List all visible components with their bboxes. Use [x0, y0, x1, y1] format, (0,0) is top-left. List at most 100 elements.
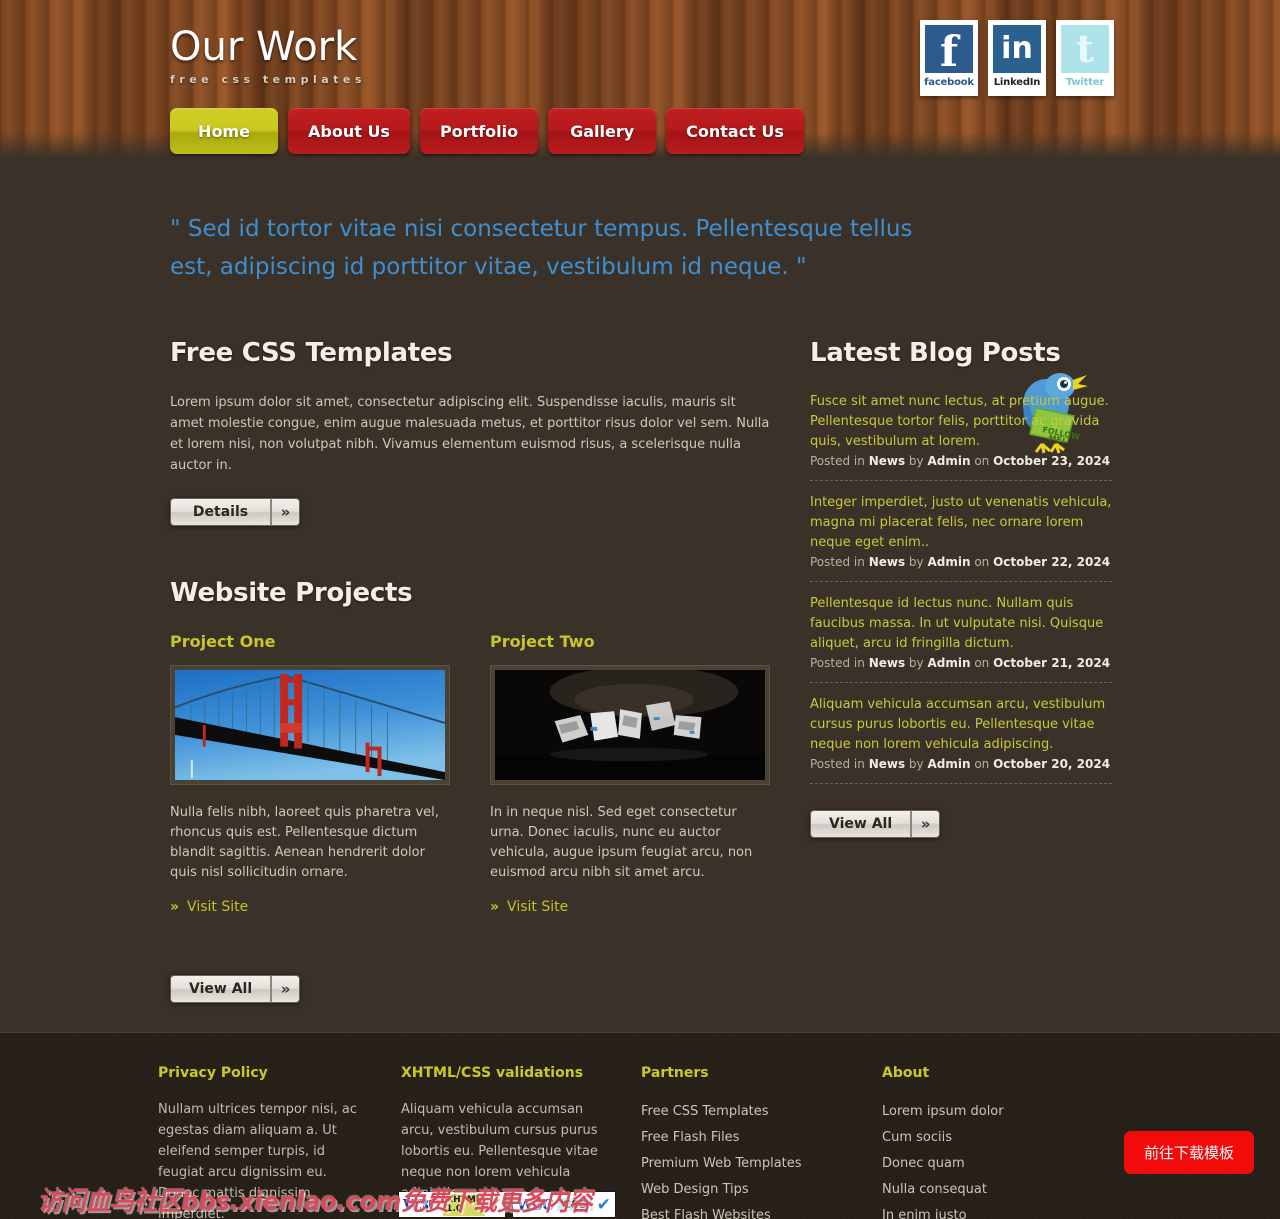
blog-post-3-author[interactable]: Admin [927, 656, 970, 670]
project-one-visit-link[interactable]: » Visit Site [170, 899, 450, 915]
social-links: f facebook in LinkedIn t Twitter [920, 20, 1114, 96]
divider [810, 682, 1112, 683]
footer-link-donec-quam[interactable]: Donec quam [882, 1151, 1122, 1177]
free-css-templates-paragraph: Lorem ipsum dolor sit amet, consectetur … [170, 395, 770, 473]
content-right-column: Latest Blog Posts Fusce sit amet nunc le… [810, 338, 1112, 838]
projects-view-all-group[interactable]: View All » [170, 975, 301, 1003]
latest-blog-posts-title: Latest Blog Posts [810, 338, 1061, 368]
nav-item-contact-us[interactable]: Contact Us [666, 108, 804, 154]
footer-partners-title: Partners [641, 1065, 709, 1081]
blog-post-1-author[interactable]: Admin [927, 454, 970, 468]
meta-prefix: Posted in [810, 454, 869, 468]
facebook-icon: f [925, 25, 973, 73]
footer-link-in-enim-justo[interactable]: In enim justo [882, 1203, 1122, 1219]
blog-post-2-excerpt[interactable]: Integer imperdiet, justo ut venenatis ve… [810, 493, 1112, 553]
social-link-facebook[interactable]: f facebook [920, 20, 978, 96]
details-arrow-icon[interactable]: » [270, 498, 300, 526]
divider [810, 581, 1112, 582]
footer-link-free-css-templates[interactable]: Free CSS Templates [641, 1099, 882, 1125]
project-one-thumbnail-frame[interactable] [170, 665, 450, 785]
page-root: Our Work free css templates f facebook i… [0, 0, 1280, 1219]
blog-post-2-category[interactable]: News [869, 555, 905, 569]
blog-post-2-author[interactable]: Admin [927, 555, 970, 569]
blog-view-all-button[interactable]: View All [810, 810, 911, 838]
nav-item-portfolio[interactable]: Portfolio [419, 108, 539, 154]
meta-prefix: Posted in [810, 555, 869, 569]
project-two-text: In in neque nisl. Sed eget consectetur u… [490, 805, 753, 880]
social-link-linkedin[interactable]: in LinkedIn [988, 20, 1046, 96]
project-one-text: Nulla felis nibh, laoreet quis pharetra … [170, 805, 439, 880]
project-one-title[interactable]: Project One [170, 632, 450, 651]
meta-by: by [905, 757, 928, 771]
nav-item-about-us[interactable]: About Us [288, 108, 410, 154]
footer-privacy-policy-title[interactable]: Privacy Policy [158, 1065, 401, 1081]
blog-post-2-meta: Posted in News by Admin on October 22, 2… [810, 555, 1112, 569]
blog-post-4-excerpt[interactable]: Aliquam vehicula accumsan arcu, vestibul… [810, 695, 1112, 755]
project-card-two: Project Two In in neque nisl. Sed eget c… [490, 632, 770, 915]
blog-post-3-excerpt[interactable]: Pellentesque id lectus nunc. Nullam quis… [810, 594, 1112, 654]
blog-view-all-group[interactable]: View All » [810, 810, 941, 838]
footer-link-premium-web-templates[interactable]: Premium Web Templates [641, 1151, 882, 1177]
ice-cubes-dark-thumbnail [495, 670, 765, 780]
check-icon: ✔ [596, 1194, 611, 1215]
quote-section: " Sed id tortor vitae nisi consectetur t… [0, 158, 1280, 454]
nav-item-gallery[interactable]: Gallery [548, 108, 657, 154]
project-two-title[interactable]: Project Two [490, 632, 770, 651]
chevron-right-icon: » [170, 899, 179, 915]
footer-link-free-flash-files[interactable]: Free Flash Files [641, 1125, 882, 1151]
blog-post-4-meta: Posted in News by Admin on October 20, 2… [810, 757, 1112, 771]
projects-view-all-button[interactable]: View All [170, 975, 271, 1003]
details-button-group[interactable]: Details » [170, 498, 300, 526]
project-card-one: Project One Nulla felis nibh, laoreet qu… [170, 632, 450, 915]
blog-post-1-excerpt[interactable]: Fusce sit amet nunc lectus, at pretium a… [810, 392, 1112, 452]
details-button[interactable]: Details [170, 498, 270, 526]
footer-link-cum-sociis[interactable]: Cum sociis [882, 1125, 1122, 1151]
blog-post-1-date: October 23, 2024 [993, 454, 1111, 468]
meta-on: on [970, 656, 994, 670]
footer-validations-title[interactable]: XHTML/CSS validations [401, 1065, 641, 1081]
twitter-label: Twitter [1065, 77, 1105, 88]
nav-item-home[interactable]: Home [170, 108, 278, 154]
twitter-icon: t [1061, 25, 1109, 73]
divider [810, 783, 1112, 784]
meta-by: by [905, 454, 928, 468]
website-projects-title: Website Projects [170, 578, 413, 608]
blog-post-4-author[interactable]: Admin [927, 757, 970, 771]
linkedin-label: LinkedIn [993, 77, 1041, 88]
projects-view-all-arrow-icon[interactable]: » [270, 975, 301, 1003]
content-left-column: Free CSS Templates Lorem ipsum dolor sit… [170, 338, 770, 1003]
project-two-thumbnail-frame[interactable] [490, 665, 770, 785]
linkedin-icon: in [993, 25, 1041, 73]
facebook-label: facebook [924, 77, 974, 88]
download-template-button[interactable]: 前往下载模板 [1123, 1131, 1254, 1174]
blog-post-2: Integer imperdiet, justo ut venenatis ve… [810, 493, 1112, 569]
blog-post-3-category[interactable]: News [869, 656, 905, 670]
blog-post-3-date: October 21, 2024 [993, 656, 1111, 670]
quote-text: " Sed id tortor vitae nisi consectetur t… [170, 216, 913, 280]
main-navigation: Home About Us Portfolio Gallery Contact … [170, 108, 804, 154]
meta-prefix: Posted in [810, 757, 869, 771]
footer-link-best-flash-websites[interactable]: Best Flash Websites [641, 1203, 882, 1219]
meta-by: by [905, 656, 928, 670]
blog-post-2-date: October 22, 2024 [993, 555, 1111, 569]
blog-post-3: Pellentesque id lectus nunc. Nullam quis… [810, 594, 1112, 670]
meta-on: on [970, 454, 994, 468]
footer-column-partners: Partners Free CSS Templates Free Flash F… [641, 1065, 882, 1219]
social-link-twitter[interactable]: t Twitter [1056, 20, 1114, 96]
footer-link-web-design-tips[interactable]: Web Design Tips [641, 1177, 882, 1203]
blog-post-4-category[interactable]: News [869, 757, 905, 771]
projects-list: Project One Nulla felis nibh, laoreet qu… [170, 632, 770, 915]
blog-view-all-arrow-icon[interactable]: » [910, 810, 941, 838]
project-one-visit-label: Visit Site [187, 899, 249, 915]
blog-post-4: Aliquam vehicula accumsan arcu, vestibul… [810, 695, 1112, 771]
meta-on: on [970, 555, 994, 569]
divider [810, 480, 1112, 481]
footer-link-nulla-consequat[interactable]: Nulla consequat [882, 1177, 1122, 1203]
project-two-visit-link[interactable]: » Visit Site [490, 899, 770, 915]
blog-post-1-category[interactable]: News [869, 454, 905, 468]
brand: Our Work free css templates [170, 23, 366, 86]
site-header: Our Work free css templates f facebook i… [0, 0, 1280, 158]
site-tagline: free css templates [170, 73, 366, 86]
chevron-right-icon: » [490, 899, 499, 915]
footer-link-lorem-ipsum-dolor[interactable]: Lorem ipsum dolor [882, 1099, 1122, 1125]
